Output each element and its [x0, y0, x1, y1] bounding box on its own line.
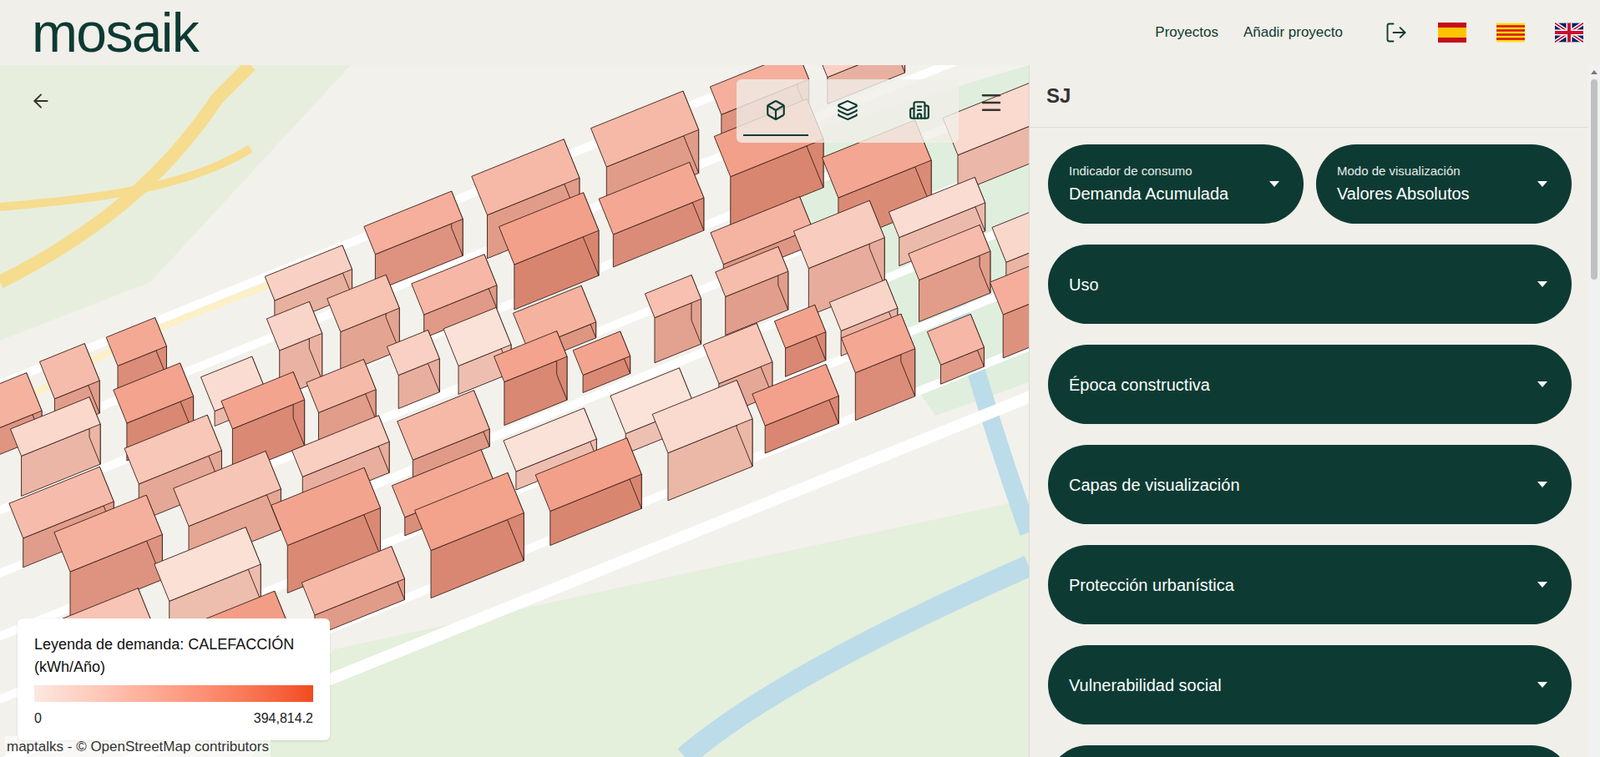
caret-down-icon [1536, 280, 1549, 289]
section-label: Capas de visualización [1068, 472, 1537, 498]
scrollbar-thumb[interactable] [1590, 79, 1598, 280]
building-block[interactable] [523, 438, 654, 547]
hamburger-icon [978, 90, 1004, 116]
accordion-section[interactable]: Vulnerabilidad social [1048, 645, 1572, 725]
select-value: Demanda Acumulada [1068, 181, 1261, 207]
panel-header: SJ [1029, 65, 1589, 128]
map-attribution: maptalks - © OpenStreetMap contributors [5, 736, 271, 757]
building-block[interactable] [920, 313, 991, 385]
logout-icon[interactable] [1384, 20, 1408, 45]
caret-down-icon [1536, 681, 1549, 689]
building-block[interactable] [398, 472, 541, 598]
accordion-section[interactable]: Protección urbanística [1048, 545, 1572, 625]
logo[interactable]: mosaik [31, 5, 198, 61]
building-block[interactable] [567, 331, 637, 394]
building-icon [908, 99, 931, 122]
side-panel: SJIndicador de consumoDemanda AcumuladaM… [1028, 65, 1600, 757]
menu-button[interactable] [975, 86, 1008, 119]
caret-down-icon [1536, 180, 1549, 188]
building-block[interactable] [742, 364, 848, 454]
building-block[interactable] [38, 495, 178, 618]
building-block[interactable] [629, 274, 718, 363]
legend-title: Leyenda de demanda: CALEFACCIÓN (kWh/Año… [34, 633, 314, 679]
scrollbar[interactable] [1588, 65, 1600, 757]
section-label: Vulnerabilidad social [1068, 673, 1537, 699]
map-view-tab[interactable] [743, 86, 809, 137]
map-toolbar [736, 79, 959, 143]
building-block[interactable] [825, 313, 932, 421]
accordion-section[interactable]: Uso [1048, 244, 1572, 325]
top-nav: Proyectos Añadir proyecto [1154, 21, 1343, 44]
section-label: Protección urbanística [1068, 572, 1537, 598]
nav-link[interactable]: Proyectos [1154, 21, 1219, 44]
select-field[interactable]: Modo de visualizaciónValores Absolutos [1316, 144, 1572, 224]
select-field[interactable]: Indicador de consumoDemanda Acumulada [1048, 144, 1304, 224]
nav-link[interactable]: Añadir proyecto [1243, 21, 1343, 44]
select-label: Indicador de consumo [1068, 162, 1261, 182]
select-value: Valores Absolutos [1336, 181, 1529, 207]
legend-min: 0 [34, 708, 42, 730]
building-block[interactable] [974, 262, 1029, 359]
building-block[interactable] [374, 329, 451, 409]
caret-down-icon [1536, 481, 1549, 489]
accordion-section[interactable]: Capas de visualización [1048, 445, 1572, 525]
spain-flag-icon[interactable] [1437, 22, 1467, 43]
building-block[interactable] [483, 192, 615, 310]
legend-gradient [34, 685, 314, 703]
catalonia-flag-icon[interactable] [1496, 22, 1525, 43]
back-button[interactable] [25, 85, 57, 117]
map-view-tab[interactable] [815, 86, 881, 137]
layers-icon [836, 99, 859, 122]
cube-icon [764, 99, 787, 122]
app: mosaik Proyectos Añadir proyecto Leyenda de… [0, 0, 1600, 757]
building-block[interactable] [587, 162, 716, 267]
map-area: Leyenda de demanda: CALEFACCIÓN (kWh/Año… [0, 65, 1029, 757]
accordion-section[interactable]: Época constructiva [1048, 344, 1572, 425]
legend: Leyenda de demanda: CALEFACCIÓN (kWh/Año… [17, 618, 330, 741]
top-bar: mosaik Proyectos Añadir proyecto [0, 0, 1600, 66]
project-title: SJ [1046, 81, 1071, 112]
caret-down-icon [1536, 380, 1549, 389]
legend-max: 394,814.2 [253, 708, 314, 730]
building-block[interactable] [478, 331, 583, 426]
section-label: Época constructiva [1068, 372, 1537, 398]
map-view-tab[interactable] [886, 86, 952, 137]
arrow-left-icon [30, 90, 52, 112]
caret-down-icon [1536, 581, 1549, 589]
building-block[interactable] [635, 380, 769, 502]
select-label: Modo de visualización [1336, 162, 1529, 182]
section-label: Uso [1068, 272, 1537, 298]
uk-flag-icon[interactable] [1554, 22, 1584, 43]
caret-down-icon [1268, 180, 1281, 188]
accordion-section-partial[interactable] [1048, 745, 1572, 757]
building-block[interactable] [893, 225, 1005, 323]
